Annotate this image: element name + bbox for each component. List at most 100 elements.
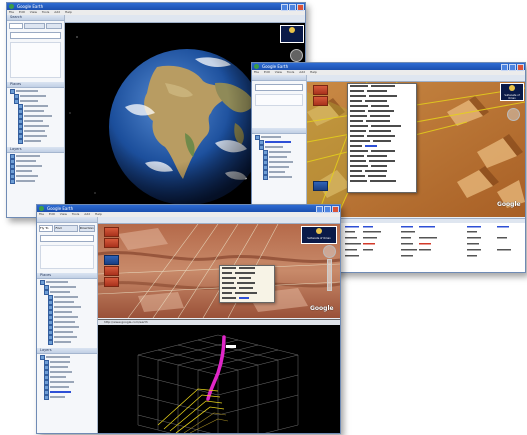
layer-item[interactable]: [44, 389, 97, 395]
layer-toggle-button[interactable]: [313, 96, 328, 106]
close-button[interactable]: [332, 206, 339, 213]
layer-item[interactable]: [44, 374, 97, 380]
tree-item[interactable]: [48, 314, 97, 320]
menu-edit[interactable]: Edit: [264, 70, 270, 74]
tab-find-businesses[interactable]: [23, 23, 46, 29]
layer-item[interactable]: [44, 379, 97, 385]
layer-toggle-button[interactable]: [104, 277, 119, 287]
tab-directions[interactable]: Directions: [78, 225, 95, 232]
close-button[interactable]: [517, 64, 524, 71]
layer-item[interactable]: [44, 384, 97, 390]
tab-find-businesses[interactable]: Find Businesses: [54, 225, 78, 232]
window-titlebar[interactable]: Google Earth: [252, 63, 525, 71]
tree-item[interactable]: [14, 93, 64, 99]
tree-item[interactable]: [40, 279, 97, 285]
tree-item[interactable]: [48, 299, 97, 305]
minimize-button[interactable]: [281, 4, 288, 11]
maximize-button[interactable]: [289, 4, 296, 11]
menu-help[interactable]: Help: [65, 10, 72, 14]
tree-item[interactable]: [48, 334, 97, 340]
tree-item[interactable]: [263, 174, 306, 180]
layer-toggle-button[interactable]: [104, 266, 119, 276]
tree-item[interactable]: [44, 289, 97, 295]
tree-item[interactable]: [263, 159, 306, 165]
tree-item[interactable]: [18, 128, 64, 134]
window-titlebar[interactable]: Google Earth: [37, 205, 340, 213]
search-input[interactable]: [255, 84, 303, 91]
tree-item[interactable]: [48, 339, 97, 345]
layer-item[interactable]: [44, 364, 97, 370]
layer-item[interactable]: [10, 158, 64, 164]
tree-item[interactable]: [18, 138, 64, 144]
menu-help[interactable]: Help: [310, 70, 317, 74]
layer-toggle-button[interactable]: [104, 227, 119, 237]
tree-item[interactable]: [259, 139, 306, 145]
layer-item[interactable]: [10, 168, 64, 174]
layer-item[interactable]: [10, 163, 64, 169]
search-input[interactable]: [10, 32, 61, 39]
tree-item[interactable]: [48, 329, 97, 335]
places-panel-header[interactable]: [252, 128, 306, 134]
checkbox-icon[interactable]: [44, 394, 49, 400]
layer-item[interactable]: [40, 354, 97, 360]
places-panel-header[interactable]: Places: [7, 82, 64, 88]
places-panel-header[interactable]: Places: [37, 273, 97, 279]
minimize-button[interactable]: [501, 64, 508, 71]
menu-view[interactable]: View: [275, 70, 282, 74]
menu-add[interactable]: Add: [84, 212, 90, 216]
layer-item[interactable]: [10, 173, 64, 179]
checkbox-icon[interactable]: [10, 178, 15, 184]
layer-toggle-button[interactable]: [104, 238, 119, 248]
tree-item[interactable]: [10, 88, 64, 94]
tree-item[interactable]: [48, 294, 97, 300]
menu-file[interactable]: File: [39, 212, 44, 216]
menu-edit[interactable]: Edit: [49, 212, 55, 216]
tree-item[interactable]: [255, 134, 306, 140]
tree-item[interactable]: [18, 108, 64, 114]
layer-item[interactable]: [10, 153, 64, 159]
tab-directions[interactable]: [46, 23, 62, 29]
menu-add[interactable]: Add: [299, 70, 305, 74]
tree-item[interactable]: [18, 118, 64, 124]
navigation-control[interactable]: [323, 245, 336, 258]
zoom-slider[interactable]: [327, 259, 332, 291]
tree-item[interactable]: [263, 154, 306, 160]
placemark-info-balloon[interactable]: [347, 83, 417, 193]
tree-item[interactable]: [18, 103, 64, 109]
tree-item[interactable]: [14, 98, 64, 104]
layers-panel-header[interactable]: Layers: [37, 348, 97, 354]
maximize-button[interactable]: [324, 206, 331, 213]
well-info-balloon[interactable]: [219, 265, 275, 303]
tree-item[interactable]: [48, 304, 97, 310]
menu-tools[interactable]: Tools: [287, 70, 294, 74]
menu-view[interactable]: View: [60, 212, 67, 216]
search-panel-header[interactable]: [252, 75, 306, 81]
menu-help[interactable]: Help: [95, 212, 102, 216]
minimize-button[interactable]: [316, 206, 323, 213]
tree-item[interactable]: [263, 164, 306, 170]
tree-item[interactable]: [48, 319, 97, 325]
tree-item[interactable]: [48, 309, 97, 315]
tree-item[interactable]: [18, 123, 64, 129]
search-input[interactable]: [40, 235, 94, 242]
search-panel-header[interactable]: Search: [7, 15, 64, 21]
layers-panel-header[interactable]: Layers: [7, 147, 64, 153]
layer-item[interactable]: [10, 178, 64, 184]
menu-add[interactable]: Add: [54, 10, 60, 14]
close-button[interactable]: [297, 4, 304, 11]
tab-fly-to[interactable]: [9, 23, 23, 29]
maximize-button[interactable]: [509, 64, 516, 71]
layer-item[interactable]: [44, 369, 97, 375]
menu-file[interactable]: File: [254, 70, 259, 74]
balloon-link[interactable]: [365, 145, 377, 147]
menu-view[interactable]: View: [30, 10, 37, 14]
navigation-control[interactable]: [507, 108, 520, 121]
menu-edit[interactable]: Edit: [19, 10, 25, 14]
menu-tools[interactable]: Tools: [72, 212, 79, 216]
layer-toggle-button[interactable]: [313, 181, 328, 191]
menu-file[interactable]: File: [9, 10, 14, 14]
tree-item[interactable]: [263, 169, 306, 175]
balloon-link[interactable]: [239, 297, 249, 299]
layer-toggle-button[interactable]: [104, 255, 119, 265]
menu-tools[interactable]: Tools: [42, 10, 49, 14]
